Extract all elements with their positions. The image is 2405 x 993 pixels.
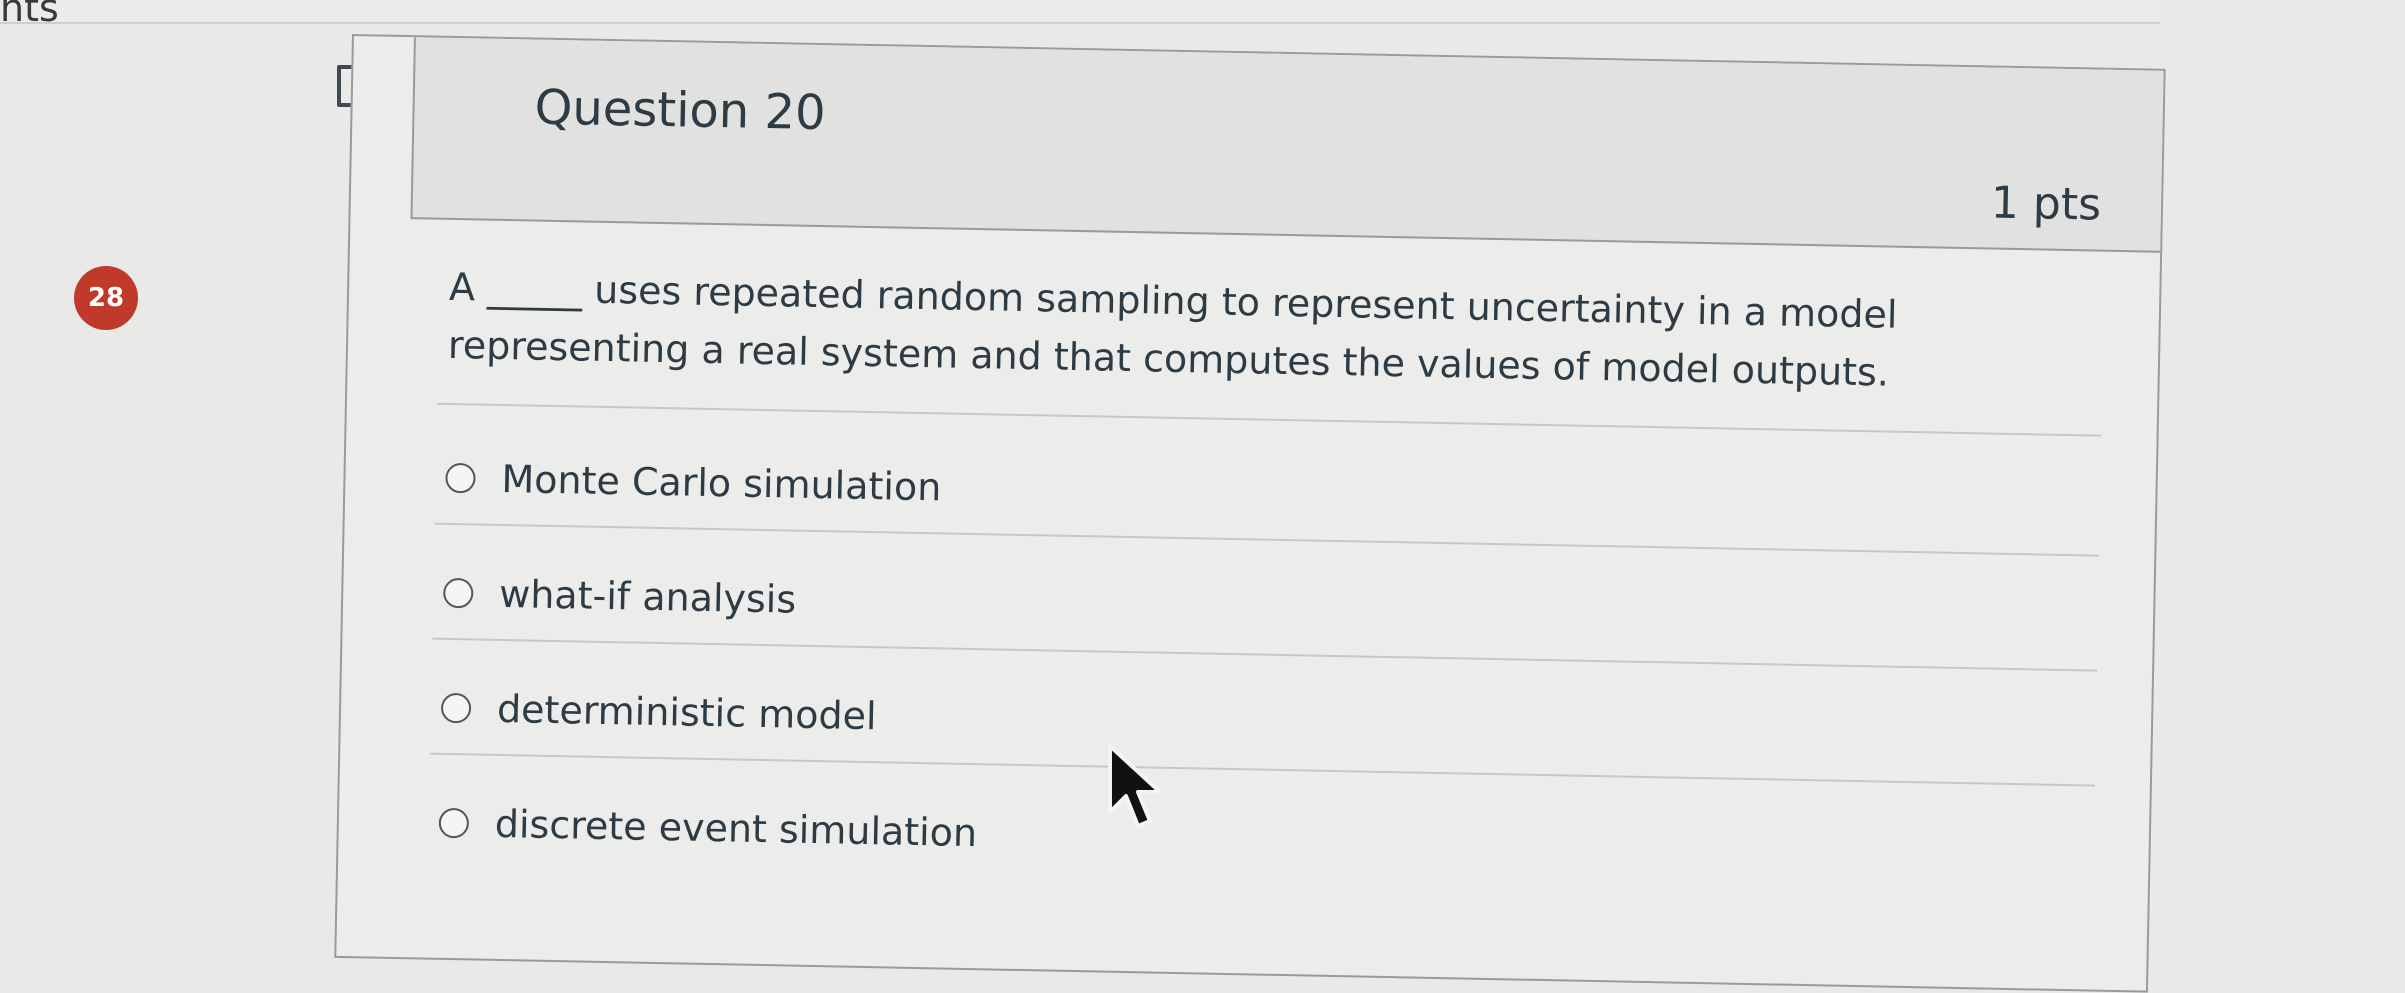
answer-divider (430, 752, 2095, 787)
answer-label: Monte Carlo simulation (501, 456, 942, 510)
radio-button[interactable] (445, 462, 476, 494)
answer-option[interactable]: discrete event simulation (438, 793, 977, 863)
question-points: 1 pts (1990, 177, 2102, 231)
answer-label: discrete event simulation (494, 801, 978, 856)
answer-divider (434, 522, 2100, 557)
question-title: Question 20 (534, 79, 827, 142)
answer-divider (436, 402, 2102, 437)
question-count-badge: 28 (74, 266, 138, 330)
answer-label: what-if analysis (498, 571, 797, 622)
question-text: A _____ uses repeated random sampling to… (447, 264, 1898, 395)
answer-option[interactable]: Monte Carlo simulation (445, 448, 942, 518)
answer-option[interactable]: deterministic model (440, 678, 878, 746)
question-header: Question 20 1 pts (410, 37, 2164, 253)
radio-button[interactable] (440, 692, 472, 724)
answer-divider (432, 637, 2098, 672)
page-corner-text: nts (0, 0, 59, 30)
radio-button[interactable] (438, 807, 470, 839)
mouse-pointer-icon (1108, 744, 1162, 828)
radio-button[interactable] (443, 577, 474, 609)
top-strip (0, 0, 2160, 24)
answer-label: deterministic model (496, 686, 877, 739)
question-card: Question 20 1 pts A _____ uses repeated … (334, 34, 2166, 993)
answer-option[interactable]: what-if analysis (443, 563, 797, 630)
